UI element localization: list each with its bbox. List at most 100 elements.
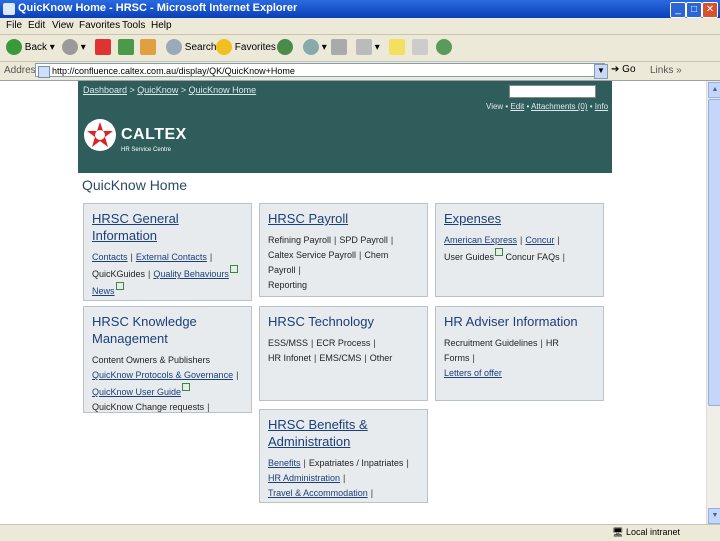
link-user-guide[interactable]: QuicKnow User Guide: [92, 387, 181, 397]
link-reporting[interactable]: Reporting: [268, 280, 307, 290]
external-link-icon: [115, 282, 124, 290]
link-ecr-process[interactable]: ECR Process: [316, 338, 370, 348]
print-button[interactable]: [331, 39, 347, 57]
breadcrumb: Dashboard > QuicKnow > QuicKnow Home: [83, 85, 257, 95]
link-hr-infonet[interactable]: HR Infonet: [268, 353, 311, 363]
mail-button[interactable]: ▾: [303, 39, 327, 57]
notes-button[interactable]: [389, 39, 405, 57]
print-icon: [331, 39, 347, 56]
link-news[interactable]: News: [92, 286, 115, 296]
link-american-express[interactable]: American Express: [444, 235, 517, 245]
link-recruitment-guidelines[interactable]: Recruitment Guidelines: [444, 338, 538, 348]
breadcrumb-quicknow[interactable]: QuicKnow: [137, 85, 178, 95]
window-button[interactable]: [412, 39, 428, 57]
menu-tools[interactable]: Tools: [122, 20, 145, 31]
link-refining-payroll[interactable]: Refining Payroll: [268, 235, 331, 245]
card-title-payroll[interactable]: HRSC Payroll: [268, 210, 419, 227]
external-link-icon: [229, 265, 238, 273]
link-other[interactable]: Other: [370, 353, 393, 363]
caltex-logo-icon: [84, 119, 116, 151]
menu-view[interactable]: View: [52, 20, 74, 31]
card-title-benefits[interactable]: HRSC Benefits & Administration: [268, 416, 419, 450]
scroll-thumb[interactable]: [708, 99, 720, 406]
card-payroll: HRSC Payroll Refining Payroll | SPD Payrol…: [259, 203, 428, 297]
address-input[interactable]: http://confluence.caltex.com.au/display/…: [35, 63, 605, 78]
action-attachments[interactable]: Attachments (0): [531, 102, 587, 111]
card-technology: HRSC Technology ESS/MSS | ECR Process | HR …: [259, 306, 428, 401]
home-button[interactable]: [140, 39, 156, 57]
card-knowledge-management: HRSC Knowledge Management Content Owners…: [83, 306, 252, 413]
window-titlebar: QuicKnow Home - HRSC - Microsoft Interne…: [0, 0, 720, 18]
favorites-button[interactable]: Favorites: [216, 39, 276, 57]
vertical-scrollbar[interactable]: ▲ ▼: [706, 81, 720, 524]
minimize-button[interactable]: _: [670, 2, 686, 18]
link-change-requests[interactable]: QuicKnow Change requests: [92, 402, 204, 412]
link-quickguides[interactable]: QuicKGuides: [92, 269, 145, 279]
link-letters-of-offer[interactable]: Letters of offer: [444, 368, 502, 378]
page-actions: View • Edit • Attachments (0) • Info: [486, 102, 609, 111]
card-hr-adviser: HR Adviser Information Recruitment Guide…: [435, 306, 604, 401]
link-concur-faqs[interactable]: Concur FAQs: [506, 252, 560, 262]
card-title-adviser[interactable]: HR Adviser Information: [444, 313, 595, 330]
security-zone: 🖥 Local intranet: [612, 527, 680, 537]
menu-help[interactable]: Help: [151, 20, 172, 31]
search-icon: [166, 39, 182, 56]
address-dropdown-icon[interactable]: ▼: [594, 64, 608, 79]
page-title: QuicKnow Home: [82, 177, 188, 193]
home-icon: [140, 39, 156, 56]
scroll-up-icon[interactable]: ▲: [708, 82, 720, 98]
link-user-guides[interactable]: User Guides: [444, 252, 494, 262]
card-benefits-admin: HRSC Benefits & Administration Benefits |…: [259, 409, 428, 503]
refresh-button[interactable]: [118, 39, 134, 57]
action-edit[interactable]: Edit: [510, 102, 524, 111]
menu-bar: File Edit View Favorites Tools Help: [0, 18, 720, 35]
go-button[interactable]: ➔ Go: [611, 64, 636, 75]
link-benefits[interactable]: Benefits: [268, 458, 301, 468]
menu-edit[interactable]: Edit: [28, 20, 45, 31]
menu-file[interactable]: File: [6, 20, 22, 31]
link-hr-administration[interactable]: HR Administration: [268, 473, 340, 483]
brand-name: CALTEX: [121, 126, 187, 143]
link-expatriates[interactable]: Expatriates / Inpatriates: [309, 458, 404, 468]
close-button[interactable]: ✕: [702, 2, 718, 18]
scroll-down-icon[interactable]: ▼: [708, 508, 720, 524]
action-info[interactable]: Info: [595, 102, 608, 111]
menu-favorites[interactable]: Favorites: [79, 20, 120, 31]
link-caltex-service-payroll[interactable]: Caltex Service Payroll: [268, 250, 356, 260]
link-travel-accommodation[interactable]: Travel & Accommodation: [268, 488, 368, 498]
link-quality-behaviours[interactable]: Quality Behaviours: [153, 269, 229, 279]
site-search-input[interactable]: [509, 85, 596, 98]
links-button[interactable]: Links »: [650, 65, 682, 76]
history-button[interactable]: [277, 39, 293, 57]
stop-button[interactable]: [95, 39, 111, 57]
forward-button[interactable]: ▾: [62, 39, 86, 57]
link-concur[interactable]: Concur: [525, 235, 554, 245]
action-view[interactable]: View: [486, 102, 503, 111]
link-protocols-governance[interactable]: QuicKnow Protocols & Governance: [92, 370, 233, 380]
link-content-owners[interactable]: Content Owners & Publishers: [92, 355, 210, 365]
maximize-button[interactable]: □: [686, 2, 702, 18]
external-link-icon: [182, 383, 191, 391]
breadcrumb-dashboard[interactable]: Dashboard: [83, 85, 127, 95]
link-ems-cms[interactable]: EMS/CMS: [319, 353, 361, 363]
edit-icon: [356, 39, 372, 56]
back-arrow-icon: [6, 39, 22, 56]
link-contacts[interactable]: Contacts: [92, 252, 128, 262]
breadcrumb-home[interactable]: QuicKnow Home: [189, 85, 257, 95]
link-spd-payroll[interactable]: SPD Payroll: [339, 235, 388, 245]
card-title-expenses[interactable]: Expenses: [444, 210, 595, 227]
page-header: Dashboard > QuicKnow > QuicKnow Home Vie…: [78, 81, 612, 173]
messenger-button[interactable]: [436, 39, 452, 57]
refresh-icon: [118, 39, 134, 56]
star-icon: [216, 39, 232, 56]
address-url: http://confluence.caltex.com.au/display/…: [52, 66, 295, 76]
card-title-technology[interactable]: HRSC Technology: [268, 313, 419, 330]
search-button[interactable]: Search: [166, 39, 216, 57]
link-ess-mss[interactable]: ESS/MSS: [268, 338, 308, 348]
notes-icon: [389, 39, 405, 56]
card-title-knowledge[interactable]: HRSC Knowledge Management: [92, 313, 243, 347]
edit-button[interactable]: ▾: [356, 39, 380, 57]
card-title-general[interactable]: HRSC General Information: [92, 210, 243, 244]
back-button[interactable]: Back ▾: [6, 39, 55, 57]
link-external-contacts[interactable]: External Contacts: [136, 252, 207, 262]
